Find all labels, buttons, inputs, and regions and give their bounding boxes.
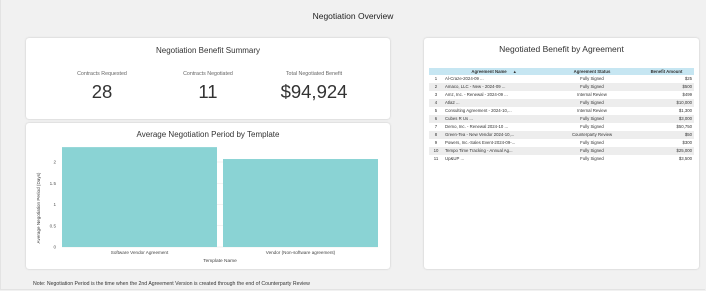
kpi-value: $94,924 — [280, 81, 348, 102]
kpi-label: Contracts Negotiated — [183, 71, 233, 77]
benefit-amount-cell: $300 — [682, 140, 692, 145]
chart-card: Average Negotiation Period by Template 0… — [26, 123, 390, 269]
row-index: 4 — [429, 98, 443, 107]
agreement-status-cell: Fully Signed — [580, 124, 604, 129]
benefit-amount-cell: $1,300 — [678, 108, 692, 113]
benefit-amount-cell: $50 — [639, 130, 694, 139]
benefit-amount-cell: $3,500 — [678, 156, 692, 161]
x-tick-label: Vendor (Non-software agreement) — [266, 250, 336, 255]
bar — [62, 147, 217, 247]
benefit-amount-cell: $10,000 — [639, 98, 694, 107]
table-row[interactable]: 3 Amz, Inc. - Renewal - 2024-09 ... Intern… — [429, 91, 694, 99]
table-card: Negotiated Benefit by Agreement Agreemen… — [424, 38, 699, 269]
agreement-name-cell: Demo, Inc. - Renewal 2024-10 ... — [445, 124, 509, 129]
table-card-title: Negotiated Benefit by Agreement — [499, 44, 624, 54]
page-title: Negotiation Overview — [312, 11, 394, 21]
agreement-name-cell: Powers, Inc.-Sales Event-2024-09-... — [445, 140, 516, 145]
row-index: 8 — [429, 130, 443, 139]
row-index: 1 — [434, 76, 438, 81]
row-index: 6 — [429, 114, 443, 123]
row-index: 3 — [434, 92, 438, 97]
benefit-amount-cell: $3,000 — [639, 114, 694, 123]
agreement-name-cell: Consulting Agreement - 2024-10,... — [445, 108, 512, 113]
y-tick-label: 2 — [53, 160, 56, 165]
kpi-contracts-requested: Contracts Requested 28 — [47, 71, 157, 103]
agreement-status-cell: Fully Signed — [580, 156, 604, 161]
agreement-status-cell: Fully Signed — [545, 82, 639, 91]
row-index: 2 — [429, 82, 443, 91]
bar — [223, 159, 378, 247]
row-index: 9 — [434, 140, 438, 145]
agreement-name-cell: Cubes R Us ... — [443, 114, 545, 123]
agreements-table: Agreement Name ▲ Agreement Status Benefit… — [429, 68, 694, 163]
summary-card-title: Negotiation Benefit Summary — [155, 46, 261, 55]
agreement-status-cell: Internal Review — [577, 108, 607, 113]
x-tick-label: Software Vendor Agreement — [111, 250, 169, 255]
row-index: 10 — [429, 146, 443, 155]
agreement-name-cell: Amz, Inc. - Renewal - 2024-09 ... — [445, 92, 508, 97]
bar-chart: 0 0.5 1 1.5 2 Software Vendor Agreement Vendor… — [36, 147, 378, 264]
row-index: 11 — [433, 156, 439, 161]
table-row[interactable]: 5 Consulting Agreement - 2024-10,... Inter… — [429, 107, 694, 115]
y-tick-label: 1.5 — [50, 181, 57, 186]
y-tick-label: 0 — [53, 245, 56, 250]
table-row[interactable]: 10 Tempo Time Tracking - Annual Ag... Full… — [429, 146, 694, 155]
footnote: Note: Negotiation Period is the time whe… — [33, 281, 310, 287]
benefit-amount-cell: $25,000 — [639, 146, 694, 155]
table-row[interactable]: 8 Green-Tea - New Vendor 2024-10,... Count… — [429, 130, 694, 139]
kpi-value: 11 — [198, 81, 218, 102]
y-axis-title: Average Negotiation Period (Days) — [36, 172, 41, 243]
y-tick-label: 1 — [53, 202, 56, 207]
row-index: 7 — [434, 124, 438, 129]
table-row[interactable]: 11 Up&UP ... Fully Signed $3,500 — [429, 155, 694, 163]
table-row[interactable]: 6 Cubes R Us ... Fully Signed $3,000 — [429, 114, 694, 123]
benefit-amount-cell: $500 — [639, 82, 694, 91]
sort-ascending-icon[interactable]: ▲ — [513, 69, 517, 74]
kpi-total-negotiated-benefit: Total Negotiated Benefit $94,924 — [259, 71, 369, 103]
kpi-label: Total Negotiated Benefit — [285, 71, 343, 77]
agreement-status-cell: Counterparty Review — [545, 130, 639, 139]
row-index: 5 — [434, 108, 438, 113]
kpi-contracts-negotiated: Contracts Negotiated 11 — [153, 71, 263, 103]
agreement-status-cell: Fully Signed — [580, 76, 604, 81]
agreement-status-cell: Fully Signed — [545, 98, 639, 107]
benefit-amount-cell: $25 — [684, 76, 692, 81]
agreement-status-cell: Fully Signed — [580, 140, 604, 145]
agreement-status-cell: Fully Signed — [545, 114, 639, 123]
x-axis-title: Template Name — [203, 258, 237, 264]
kpi-value: 28 — [91, 81, 113, 102]
table-row[interactable]: 4 Atla2 ... Fully Signed $10,000 — [429, 98, 694, 107]
table-row[interactable]: 1 Al-Craze-2024-09 ... Fully Signed $25 — [429, 75, 694, 83]
summary-card: Negotiation Benefit Summary Contracts Re… — [26, 38, 390, 119]
agreement-name-cell: Amaco, LLC - New - 2024-09 ... — [443, 82, 545, 91]
agreement-status-cell: Fully Signed — [545, 146, 639, 155]
y-tick-label: 0.5 — [50, 223, 57, 228]
agreement-name-cell: Al-Craze-2024-09 ... — [445, 76, 484, 81]
agreement-name-cell: Tempo Time Tracking - Annual Ag... — [443, 146, 545, 155]
benefit-amount-cell: $499 — [682, 92, 692, 97]
agreement-name-cell: Atla2 ... — [443, 98, 545, 107]
table-row[interactable]: 7 Demo, Inc. - Renewal 2024-10 ... Fully S… — [429, 123, 694, 131]
table-row[interactable]: 9 Powers, Inc.-Sales Event-2024-09-... Ful… — [429, 139, 694, 147]
kpi-label: Contracts Requested — [77, 71, 127, 77]
benefit-amount-cell: $50,750 — [676, 124, 692, 129]
agreement-status-cell: Internal Review — [577, 92, 607, 97]
table-row[interactable]: 2 Amaco, LLC - New - 2024-09 ... Fully Sig… — [429, 82, 694, 91]
agreement-name-cell: Up&UP ... — [445, 156, 465, 161]
agreement-name-cell: Green-Tea - New Vendor 2024-10,... — [443, 130, 545, 139]
